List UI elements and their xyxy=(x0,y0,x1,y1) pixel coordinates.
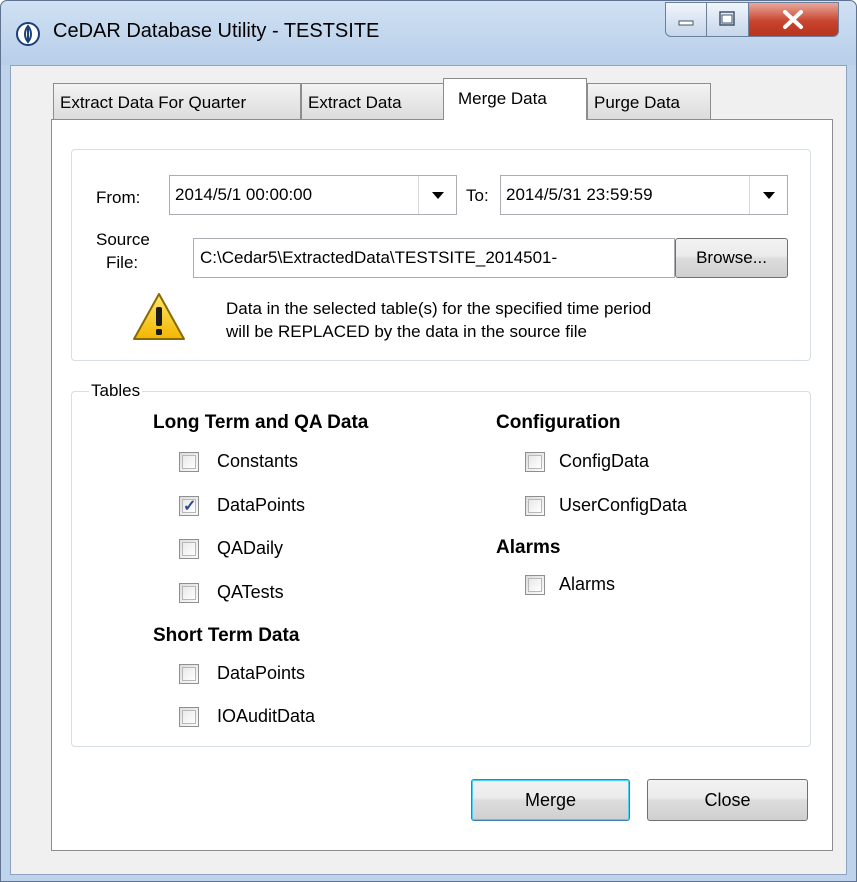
checkbox-datapoints-short-term[interactable] xyxy=(179,664,199,684)
to-label: To: xyxy=(466,186,489,205)
checkbox-datapoints-long-term[interactable]: ✓ xyxy=(179,496,199,516)
title-bar[interactable]: CeDAR Database Utility - TESTSITE xyxy=(1,1,856,65)
checkbox-configdata[interactable] xyxy=(525,452,545,472)
tab-merge-data[interactable]: Merge Data xyxy=(443,78,587,120)
from-label: From: xyxy=(96,188,141,207)
checkmark-icon: ✓ xyxy=(183,498,197,515)
datapoints-short-term-label[interactable]: DataPoints xyxy=(217,663,305,684)
tab-purge-data[interactable]: Purge Data xyxy=(587,83,711,119)
from-dropdown-button[interactable] xyxy=(418,176,456,214)
checkbox-qadaily[interactable] xyxy=(179,539,199,559)
browse-button[interactable]: Browse... xyxy=(675,238,788,278)
close-button[interactable]: Close xyxy=(647,779,808,821)
long-term-header: Long Term and QA Data xyxy=(153,412,369,433)
to-value: 2014/5/31 23:59:59 xyxy=(506,185,653,204)
maximize-button[interactable] xyxy=(707,2,749,37)
chevron-down-icon xyxy=(432,192,444,199)
close-icon xyxy=(783,10,803,29)
checkbox-qatests[interactable] xyxy=(179,583,199,603)
checkbox-constants[interactable] xyxy=(179,452,199,472)
qadaily-label[interactable]: QADaily xyxy=(217,538,283,559)
checkbox-ioauditdata[interactable] xyxy=(179,707,199,727)
source-label-line2: File: xyxy=(106,253,139,272)
warning-icon xyxy=(133,293,185,340)
alarms-label[interactable]: Alarms xyxy=(559,574,615,595)
configuration-header: Configuration xyxy=(496,412,621,433)
ioauditdata-label[interactable]: IOAuditData xyxy=(217,706,315,727)
tab-extract-data-for-quarter[interactable]: Extract Data For Quarter xyxy=(53,83,301,119)
source-file-value: C:\Cedar5\ExtractedData\TESTSITE_2014501… xyxy=(200,248,558,267)
main-window: CeDAR Database Utility - TESTSITE Extrac… xyxy=(0,0,857,882)
merge-button[interactable]: Merge xyxy=(471,779,630,821)
tables-group-title: Tables xyxy=(89,381,143,401)
window-title: CeDAR Database Utility - TESTSITE xyxy=(53,20,380,42)
datapoints-long-term-label[interactable]: DataPoints xyxy=(217,495,305,516)
constants-label[interactable]: Constants xyxy=(217,451,298,472)
qatests-label[interactable]: QATests xyxy=(217,582,284,603)
source-file-input[interactable]: C:\Cedar5\ExtractedData\TESTSITE_2014501… xyxy=(193,238,675,278)
warning-line-2: will be REPLACED by the data in the sour… xyxy=(226,322,587,341)
alarms-header: Alarms xyxy=(496,537,561,558)
from-value: 2014/5/1 00:00:00 xyxy=(175,185,313,204)
warning-message: Data in the selected table(s) for the sp… xyxy=(226,297,651,343)
source-label-line1: Source xyxy=(96,230,150,249)
minimize-icon xyxy=(678,20,694,26)
short-term-header: Short Term Data xyxy=(153,625,300,646)
checkbox-alarms[interactable] xyxy=(525,575,545,595)
userconfigdata-label[interactable]: UserConfigData xyxy=(559,495,687,516)
to-dropdown-button[interactable] xyxy=(749,176,787,214)
warning-line-1: Data in the selected table(s) for the sp… xyxy=(226,299,652,318)
tab-extract-data[interactable]: Extract Data xyxy=(301,83,444,119)
configdata-label[interactable]: ConfigData xyxy=(559,451,649,472)
close-window-button[interactable] xyxy=(749,2,839,37)
chevron-down-icon xyxy=(763,192,775,199)
maximize-icon xyxy=(719,11,735,26)
to-datetime-picker[interactable]: 2014/5/31 23:59:59 xyxy=(500,175,788,215)
checkbox-userconfigdata[interactable] xyxy=(525,496,545,516)
minimize-button[interactable] xyxy=(665,2,707,37)
tables-group xyxy=(71,391,811,747)
app-logo-icon xyxy=(16,22,40,46)
from-datetime-picker[interactable]: 2014/5/1 00:00:00 xyxy=(169,175,457,215)
